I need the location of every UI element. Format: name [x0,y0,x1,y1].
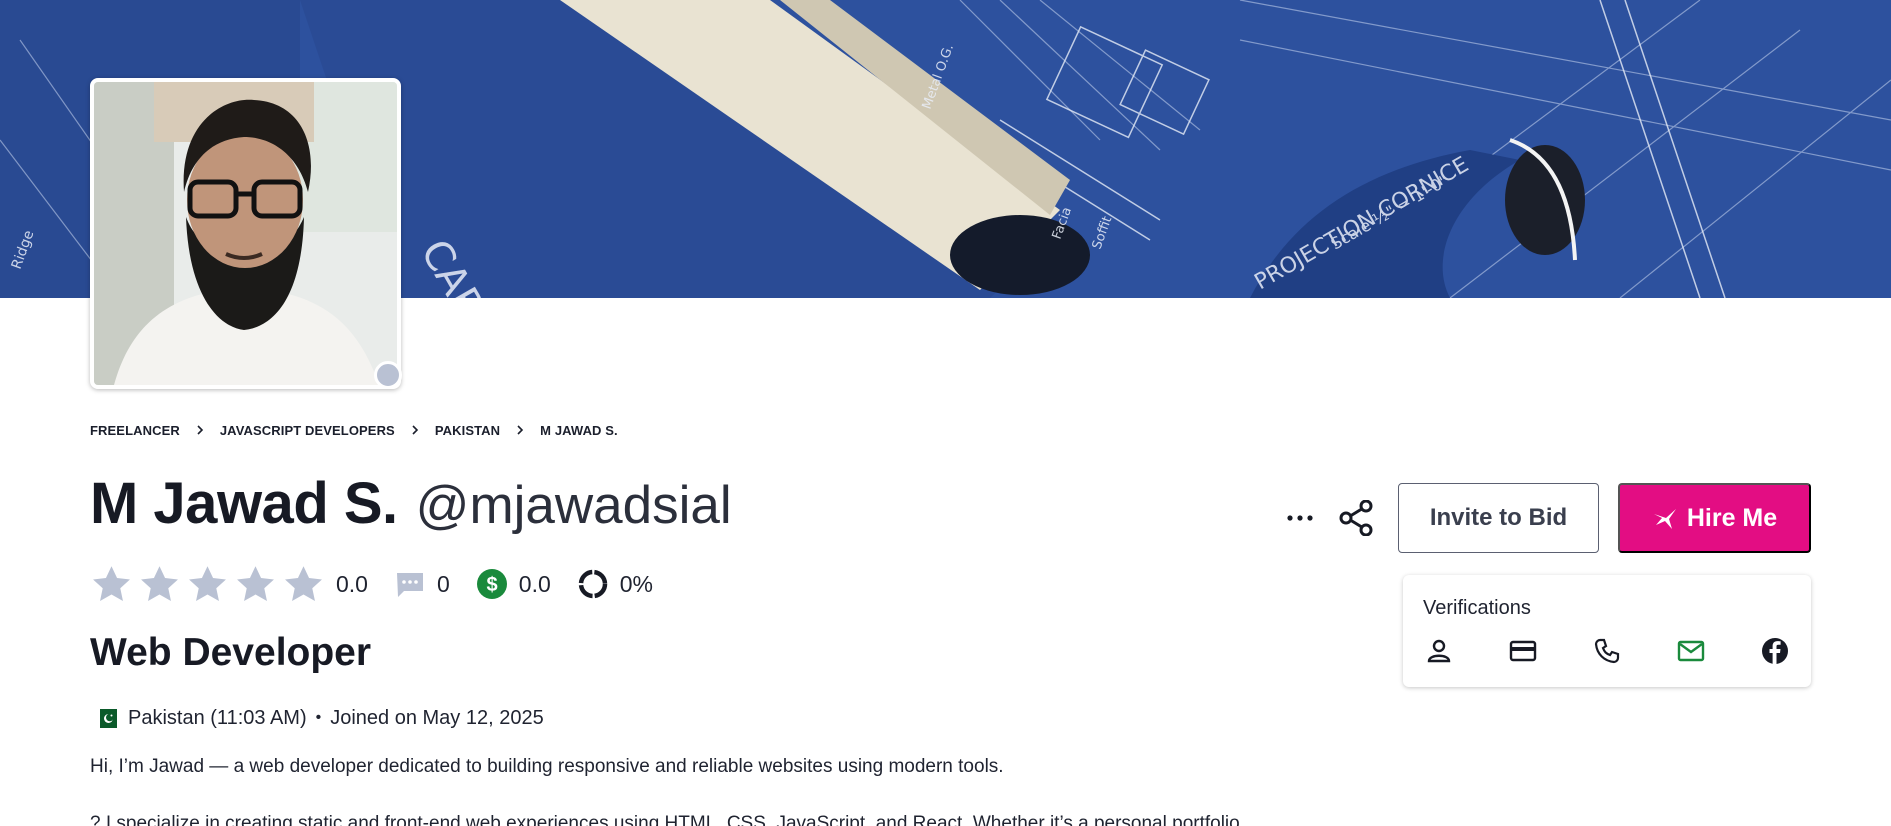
breadcrumb: FREELANCER JAVASCRIPT DEVELOPERS PAKISTA… [90,420,618,440]
star-icon [285,565,322,601]
phone-icon[interactable] [1591,635,1623,667]
share-button[interactable] [1334,496,1378,540]
more-horizontal-icon [1287,515,1313,521]
profile-stats: 0.0 0 $ 0.0 0% [90,562,653,606]
bio-line-1: Hi, I’m Jawad — a web developer dedicate… [90,756,1004,777]
rating-value: 0.0 [336,570,368,597]
share-icon [1339,500,1373,536]
email-icon[interactable] [1675,635,1707,667]
facebook-icon[interactable] [1759,635,1791,667]
completion-rate: 0% [619,570,654,597]
earnings-score: 0.0 [518,570,551,597]
chevron-right-icon [514,424,526,436]
completion-ring-icon [577,568,609,600]
invite-to-bid-button[interactable]: Invite to Bid [1398,483,1599,553]
star-icon [93,565,130,601]
verifications-card: Verifications [1403,575,1811,687]
reviews-stat[interactable]: 0 [394,568,450,600]
hire-me-label: Hire Me [1686,503,1778,532]
reviews-count: 0 [436,570,450,597]
location-local-time: Pakistan (11:03 AM) [128,706,307,729]
star-icon [237,565,274,601]
verifications-title: Verifications [1423,597,1531,619]
earnings-stat: $ 0.0 [476,568,551,600]
separator-dot: • [315,709,322,726]
svg-text:$: $ [486,574,497,596]
chevron-right-icon [409,424,421,436]
location-row: Pakistan (11:03 AM) • Joined on May 12, … [90,704,544,732]
completion-stat: 0% [577,568,653,600]
rating-stars [90,563,325,606]
star-icon [141,565,178,601]
verification-icons [1423,631,1791,671]
profile-name-row: M Jawad S. @mjawadsial [90,470,732,542]
hire-me-button[interactable]: Hire Me [1618,483,1811,553]
profile-avatar[interactable] [90,78,401,389]
credit-card-icon[interactable] [1507,635,1539,667]
breadcrumb-javascript-developers[interactable]: JAVASCRIPT DEVELOPERS [220,423,395,438]
pakistan-flag-icon [94,708,117,728]
bio-line-2: ? I specialize in creating static and fr… [90,813,1240,826]
chevron-right-icon [194,424,206,436]
hummingbird-icon [1652,505,1678,531]
breadcrumb-freelancer[interactable]: FREELANCER [90,423,180,438]
breadcrumb-pakistan[interactable]: PAKISTAN [435,423,500,438]
joined-date: Joined on May 12, 2025 [330,706,544,729]
chat-bubble-icon [394,568,426,600]
breadcrumb-current-profile: M JAWAD S. [540,422,618,438]
more-options-button[interactable] [1278,496,1322,540]
user-icon[interactable] [1423,635,1455,667]
dollar-coin-icon: $ [476,568,508,600]
star-icon [189,565,226,601]
display-name: M Jawad S. [90,471,398,536]
username-handle: @mjawadsial [415,476,732,535]
profile-headline: Web Developer [90,631,372,674]
online-status-indicator [374,361,402,389]
